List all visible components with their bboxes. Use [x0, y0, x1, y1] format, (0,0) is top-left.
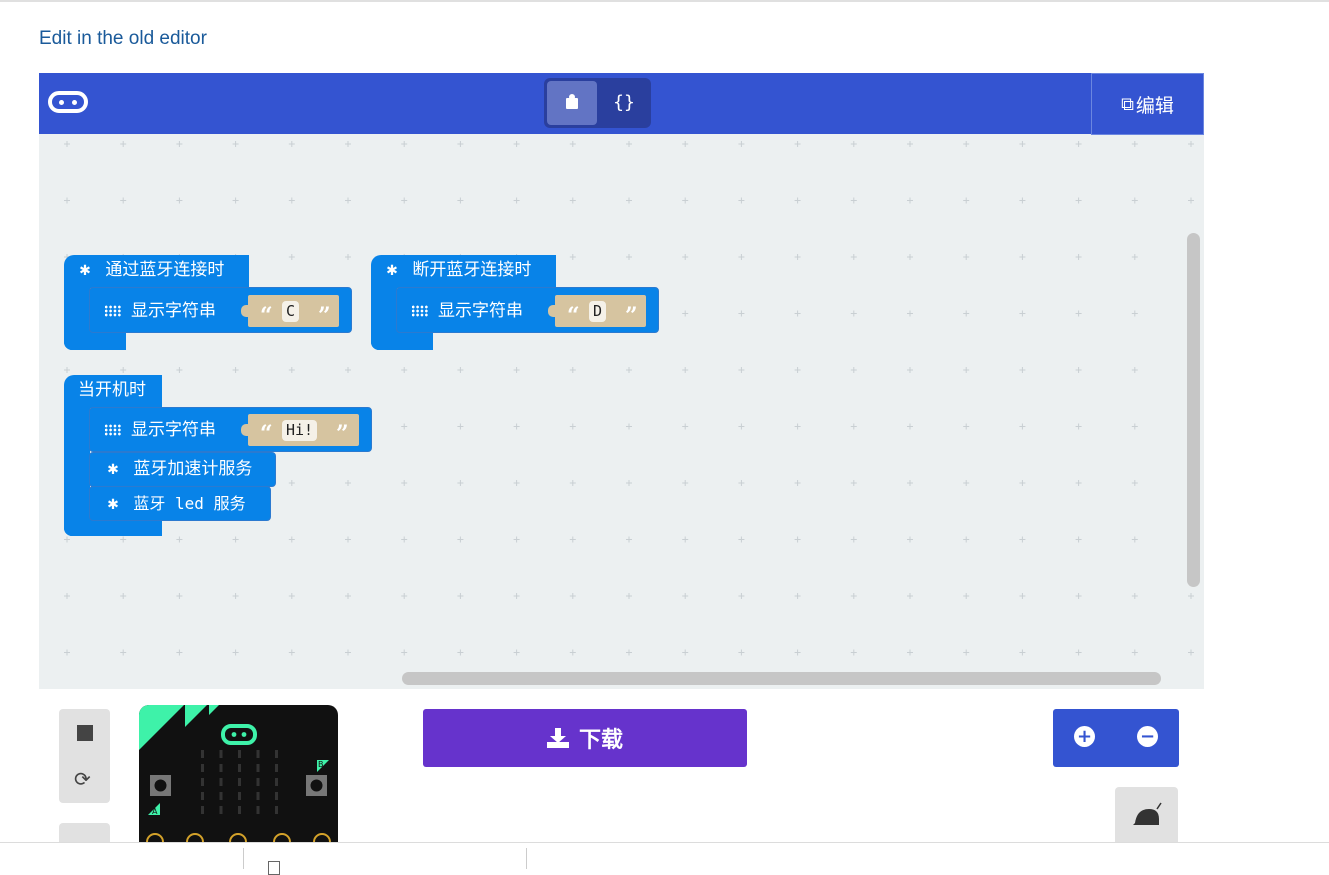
led-pixel	[275, 806, 278, 814]
led-pixel	[256, 750, 260, 758]
bluetooth-icon: ✱	[79, 263, 91, 279]
led-pixel	[275, 778, 278, 786]
external-link-icon: ⧉	[1121, 93, 1134, 115]
button-a-label: A	[152, 807, 158, 816]
led-pixel	[275, 764, 278, 772]
led-pixel	[256, 764, 260, 772]
event-label: 断开蓝牙连接时	[412, 260, 532, 280]
led-grid-icon	[411, 305, 428, 317]
top-border	[0, 0, 1329, 2]
led-pixel	[201, 764, 204, 772]
puzzle-icon	[566, 94, 578, 109]
editor-mode-toggle: {}	[544, 78, 651, 128]
footer-bar	[0, 842, 1329, 870]
led-pixel	[256, 792, 260, 800]
bluetooth-icon: ✱	[107, 497, 119, 513]
show-string-block[interactable]: 显示字符串 “ Hi! ”	[89, 407, 372, 452]
horizontal-scrollbar[interactable]	[402, 672, 1161, 685]
download-button[interactable]: 下载	[423, 709, 747, 767]
led-pixel	[256, 806, 260, 814]
led-pixel	[238, 764, 241, 772]
restart-icon[interactable]: ⟳	[74, 767, 91, 791]
string-value[interactable]: D	[589, 301, 607, 322]
string-block[interactable]: “ C ”	[241, 295, 339, 329]
led-pixel	[201, 778, 204, 786]
led-pixel	[219, 778, 223, 786]
led-pixel	[238, 806, 241, 814]
led-pixel	[201, 750, 204, 758]
led-pixel	[238, 750, 241, 758]
makecode-editor: {} ⧉ 编辑 ✱ 通过蓝牙连接时 显示字符串 “ C ” ✱ 断开蓝牙连接时	[39, 73, 1204, 689]
led-pixel	[219, 806, 223, 814]
string-value[interactable]: C	[282, 301, 300, 322]
show-string-block[interactable]: 显示字符串 “ C ”	[89, 287, 352, 333]
bluetooth-led-service-block[interactable]: ✱ 蓝牙 led 服务	[89, 486, 271, 521]
led-pixel	[201, 792, 204, 800]
editor-toolbar: {} ⧉ 编辑	[39, 73, 1204, 135]
show-string-block[interactable]: 显示字符串 “ D ”	[396, 287, 659, 333]
minus-circle-icon[interactable]: −	[1137, 726, 1158, 747]
string-value[interactable]: Hi!	[282, 420, 318, 441]
bluetooth-icon: ✱	[107, 462, 119, 478]
download-icon	[546, 728, 569, 748]
led-pixel	[275, 750, 278, 758]
led-pixel	[275, 792, 278, 800]
old-editor-link[interactable]: Edit in the old editor	[39, 28, 207, 50]
edit-label: 编辑	[1135, 94, 1174, 117]
footer-divider	[243, 848, 244, 869]
led-grid-icon	[104, 305, 121, 317]
button-b[interactable]	[306, 775, 327, 796]
file-icon	[268, 861, 280, 875]
led-pixel	[201, 806, 204, 814]
javascript-mode-button[interactable]: {}	[599, 81, 649, 125]
footer-divider	[526, 848, 527, 869]
event-label: 当开机时	[78, 380, 146, 400]
bluetooth-icon: ✱	[386, 263, 398, 279]
string-block[interactable]: “ Hi! ”	[241, 414, 359, 447]
stop-icon[interactable]	[77, 725, 93, 741]
slow-motion-button[interactable]	[1115, 787, 1178, 847]
led-grid-icon	[104, 424, 121, 436]
led-pixel	[219, 750, 223, 758]
led-pixel	[219, 792, 223, 800]
download-label: 下载	[578, 728, 623, 753]
simulator-controls: ⟳	[59, 709, 110, 803]
plus-circle-icon[interactable]: +	[1074, 726, 1095, 747]
microbit-logo-icon[interactable]	[48, 91, 88, 113]
led-pixel	[238, 778, 241, 786]
event-label: 通过蓝牙连接时	[105, 260, 225, 280]
vertical-scrollbar[interactable]	[1187, 233, 1200, 587]
led-pixel	[238, 792, 241, 800]
zoom-controls: + −	[1053, 709, 1179, 767]
button-b-label: B	[318, 760, 324, 769]
string-block[interactable]: “ D ”	[548, 295, 646, 329]
snail-icon	[1133, 802, 1162, 825]
blocks-mode-button[interactable]	[547, 81, 597, 125]
button-a[interactable]	[150, 775, 171, 796]
led-pixel	[256, 778, 260, 786]
bluetooth-accelerometer-service-block[interactable]: ✱ 蓝牙加速计服务	[89, 452, 276, 487]
led-pixel	[219, 764, 223, 772]
edit-button[interactable]: ⧉ 编辑	[1091, 73, 1204, 135]
